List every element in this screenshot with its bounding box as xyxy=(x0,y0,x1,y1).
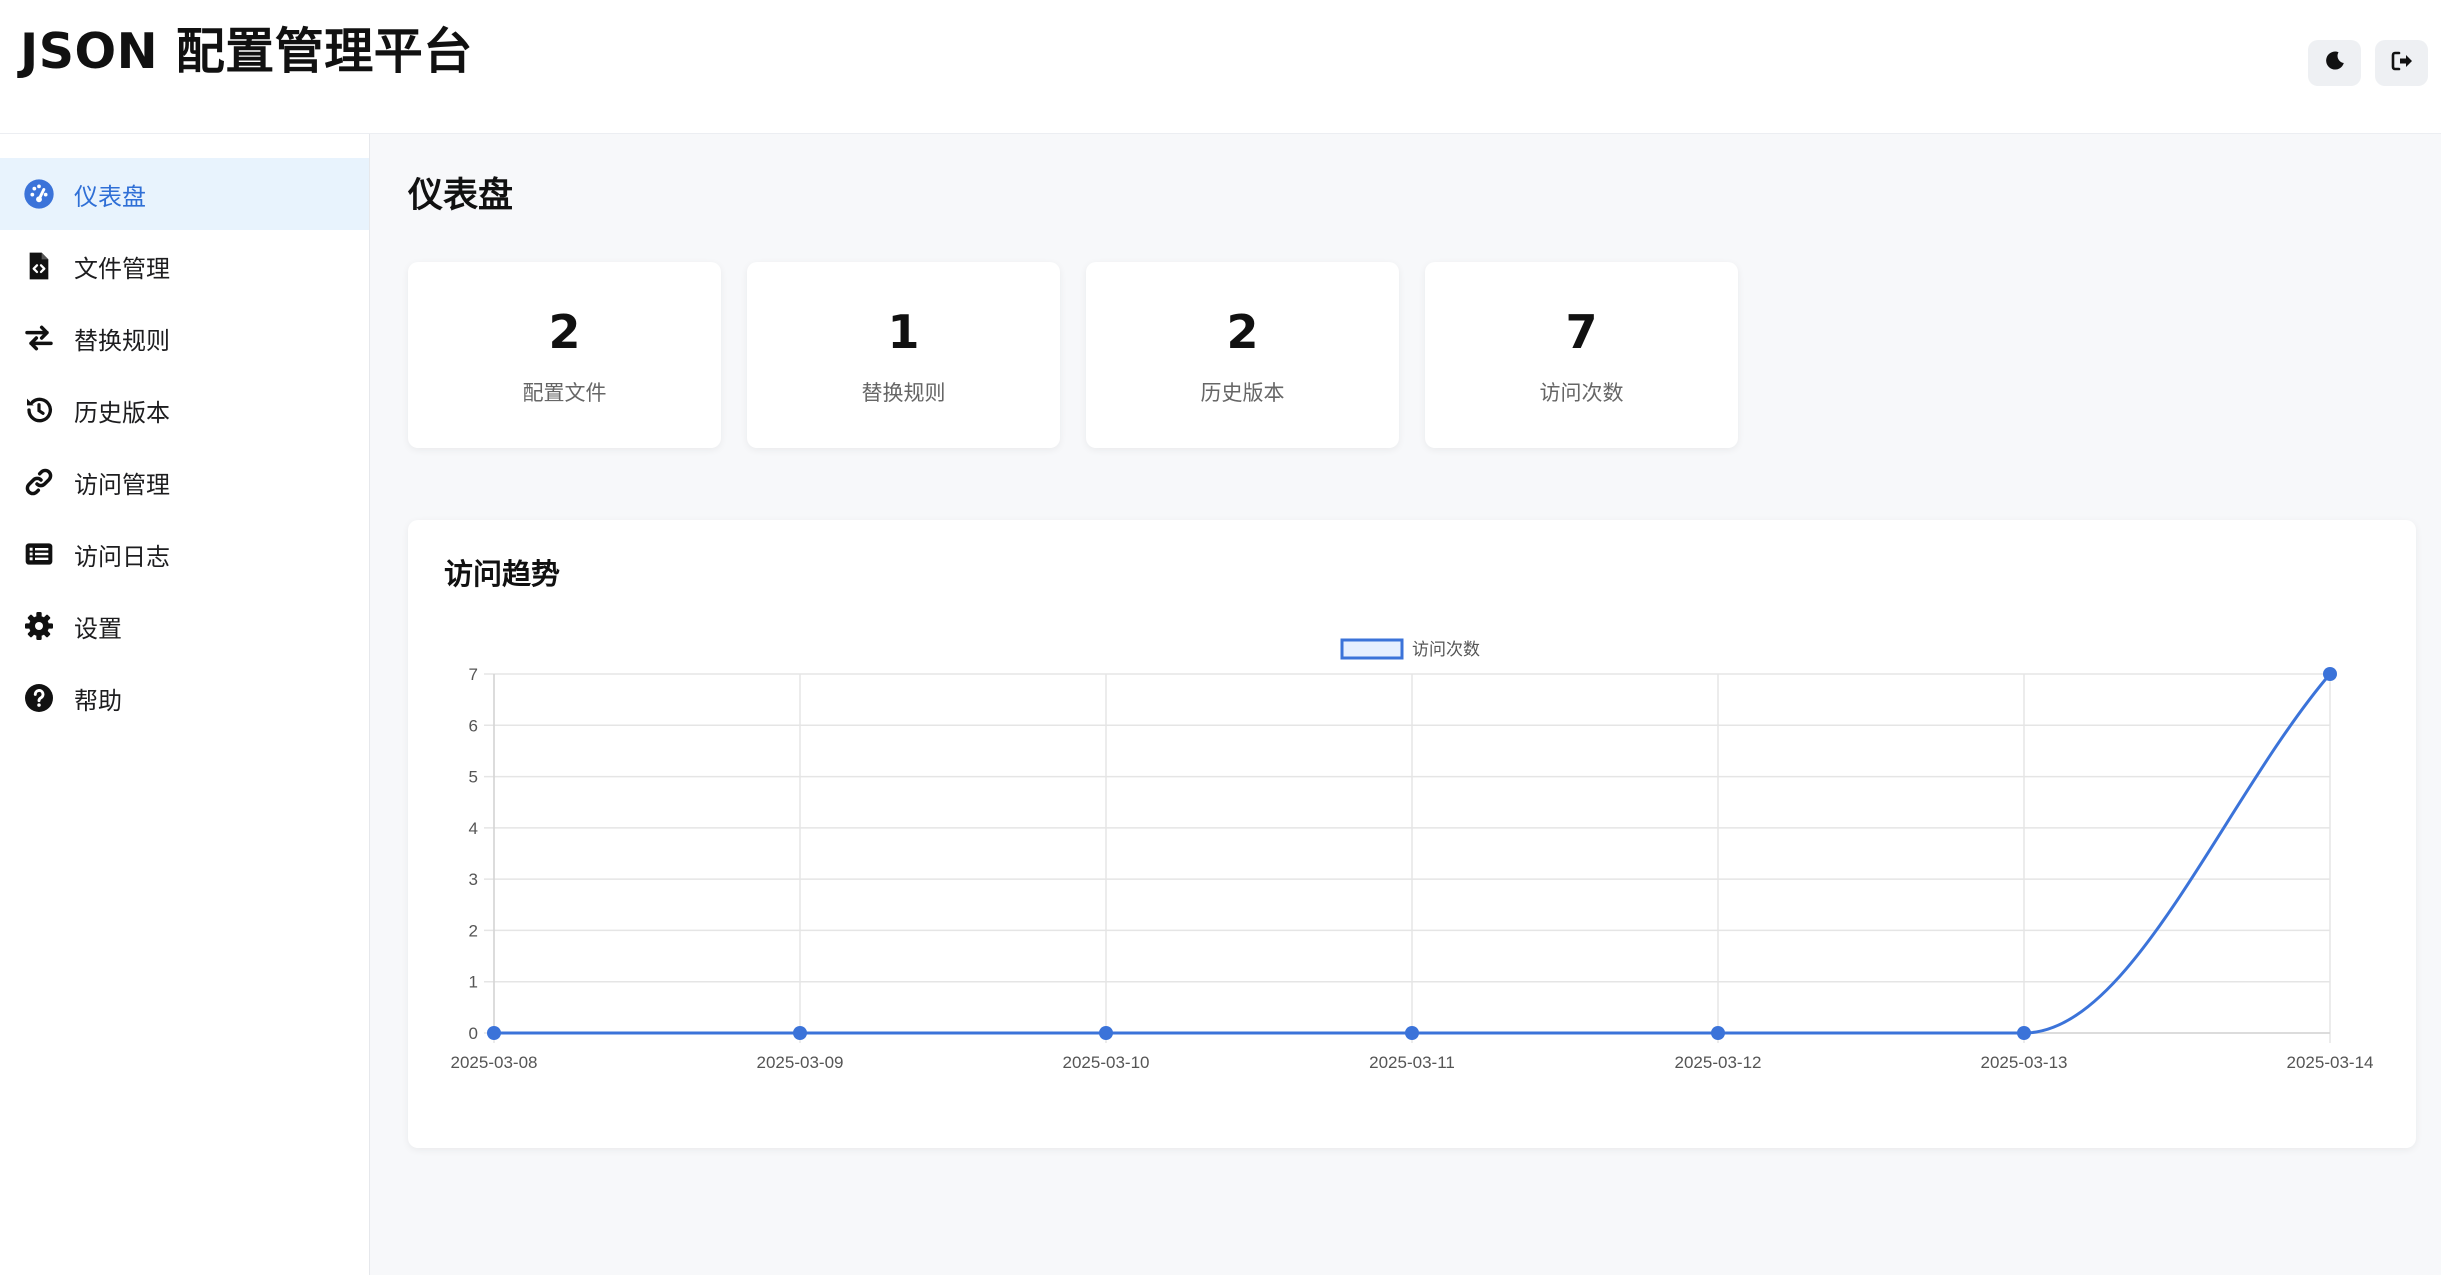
swap-arrows-icon xyxy=(22,321,56,355)
data-point[interactable] xyxy=(2017,1026,2031,1040)
y-tick-label: 4 xyxy=(469,819,478,838)
x-tick-label: 2025-03-10 xyxy=(1063,1053,1150,1072)
sidebar-item-help[interactable]: 帮助 xyxy=(0,662,369,734)
stat-value: 2 xyxy=(548,305,581,359)
chart-title: 访问趋势 xyxy=(444,557,561,591)
sidebar-item-label: 访问管理 xyxy=(74,470,170,499)
sidebar-item-access[interactable]: 访问管理 xyxy=(0,446,369,518)
stat-value: 7 xyxy=(1565,305,1598,359)
list-icon xyxy=(22,537,56,571)
visit-trend-chart: 0 1 2 3 4 5 6 7 2025-03-08 2025-03-09 2025-03-10 20… xyxy=(451,638,2374,1072)
data-point[interactable] xyxy=(1711,1026,1725,1040)
x-tick-label: 2025-03-08 xyxy=(451,1053,538,1072)
stat-card-visits: 7 访问次数 xyxy=(1425,262,1738,448)
stat-card-config-files: 2 配置文件 xyxy=(408,262,721,448)
y-tick-label: 7 xyxy=(469,665,478,684)
logout-icon xyxy=(2390,49,2414,77)
sidebar-item-label: 仪表盘 xyxy=(74,182,146,211)
sidebar-item-files[interactable]: 文件管理 xyxy=(0,230,369,302)
y-tick-label: 0 xyxy=(469,1024,478,1043)
y-tick-label: 6 xyxy=(469,716,478,735)
x-tick-label: 2025-03-09 xyxy=(757,1053,844,1072)
sidebar-item-label: 文件管理 xyxy=(74,254,170,283)
stat-value: 1 xyxy=(887,305,920,359)
y-tick-label: 2 xyxy=(469,921,478,940)
file-code-icon xyxy=(22,249,56,283)
question-circle-icon xyxy=(22,681,56,715)
data-point[interactable] xyxy=(1099,1026,1113,1040)
moon-icon xyxy=(2323,49,2347,77)
sidebar-item-label: 帮助 xyxy=(74,686,122,715)
data-point[interactable] xyxy=(487,1026,501,1040)
app-title: JSON 配置管理平台 xyxy=(20,23,473,80)
sidebar-item-rules[interactable]: 替换规则 xyxy=(0,302,369,374)
dashboard-gauge-icon xyxy=(22,177,56,211)
x-tick-label: 2025-03-13 xyxy=(1981,1053,2068,1072)
y-tick-label: 5 xyxy=(469,768,478,787)
sidebar-item-label: 访问日志 xyxy=(74,542,170,571)
sidebar-item-dashboard[interactable]: 仪表盘 xyxy=(0,158,369,230)
sidebar-item-history[interactable]: 历史版本 xyxy=(0,374,369,446)
sidebar-nav: 仪表盘 文件管理 替换规则 历史版本 访问管理 访问日志 设置 帮助 xyxy=(0,158,369,734)
history-icon xyxy=(22,393,56,427)
app-header: JSON 配置管理平台 xyxy=(0,0,2441,134)
legend-label: 访问次数 xyxy=(1412,640,1480,659)
data-point[interactable] xyxy=(1405,1026,1419,1040)
stat-label: 历史版本 xyxy=(1200,381,1285,405)
sidebar-item-logs[interactable]: 访问日志 xyxy=(0,518,369,590)
sidebar-item-label: 历史版本 xyxy=(74,398,170,427)
stat-card-history: 2 历史版本 xyxy=(1086,262,1399,448)
stat-value: 2 xyxy=(1226,305,1259,359)
stat-label: 配置文件 xyxy=(522,381,607,405)
theme-toggle-button[interactable] xyxy=(2308,40,2361,86)
stat-label: 访问次数 xyxy=(1539,381,1624,405)
visit-trend-card: 0 1 2 3 4 5 6 7 2025-03-08 2025-03-09 2025-03-10 20… xyxy=(408,520,2416,1148)
sidebar: 仪表盘 文件管理 替换规则 历史版本 访问管理 访问日志 设置 帮助 xyxy=(0,134,370,1275)
sidebar-item-label: 设置 xyxy=(74,614,122,643)
legend-swatch xyxy=(1340,638,1404,660)
x-tick-label: 2025-03-11 xyxy=(1369,1053,1455,1072)
x-tick-label: 2025-03-12 xyxy=(1675,1053,1762,1072)
data-point[interactable] xyxy=(793,1026,807,1040)
sidebar-item-settings[interactable]: 设置 xyxy=(0,590,369,662)
stat-card-rules: 1 替换规则 xyxy=(747,262,1060,448)
page-title: 仪表盘 xyxy=(408,176,514,216)
y-tick-label: 1 xyxy=(469,973,478,992)
data-point[interactable] xyxy=(2323,667,2337,681)
stat-label: 替换规则 xyxy=(861,381,946,405)
link-icon xyxy=(22,465,56,499)
sidebar-item-label: 替换规则 xyxy=(74,326,170,355)
logout-button[interactable] xyxy=(2375,40,2428,86)
x-tick-label: 2025-03-14 xyxy=(2287,1053,2374,1072)
gear-icon xyxy=(22,609,56,643)
y-tick-label: 3 xyxy=(469,870,478,889)
